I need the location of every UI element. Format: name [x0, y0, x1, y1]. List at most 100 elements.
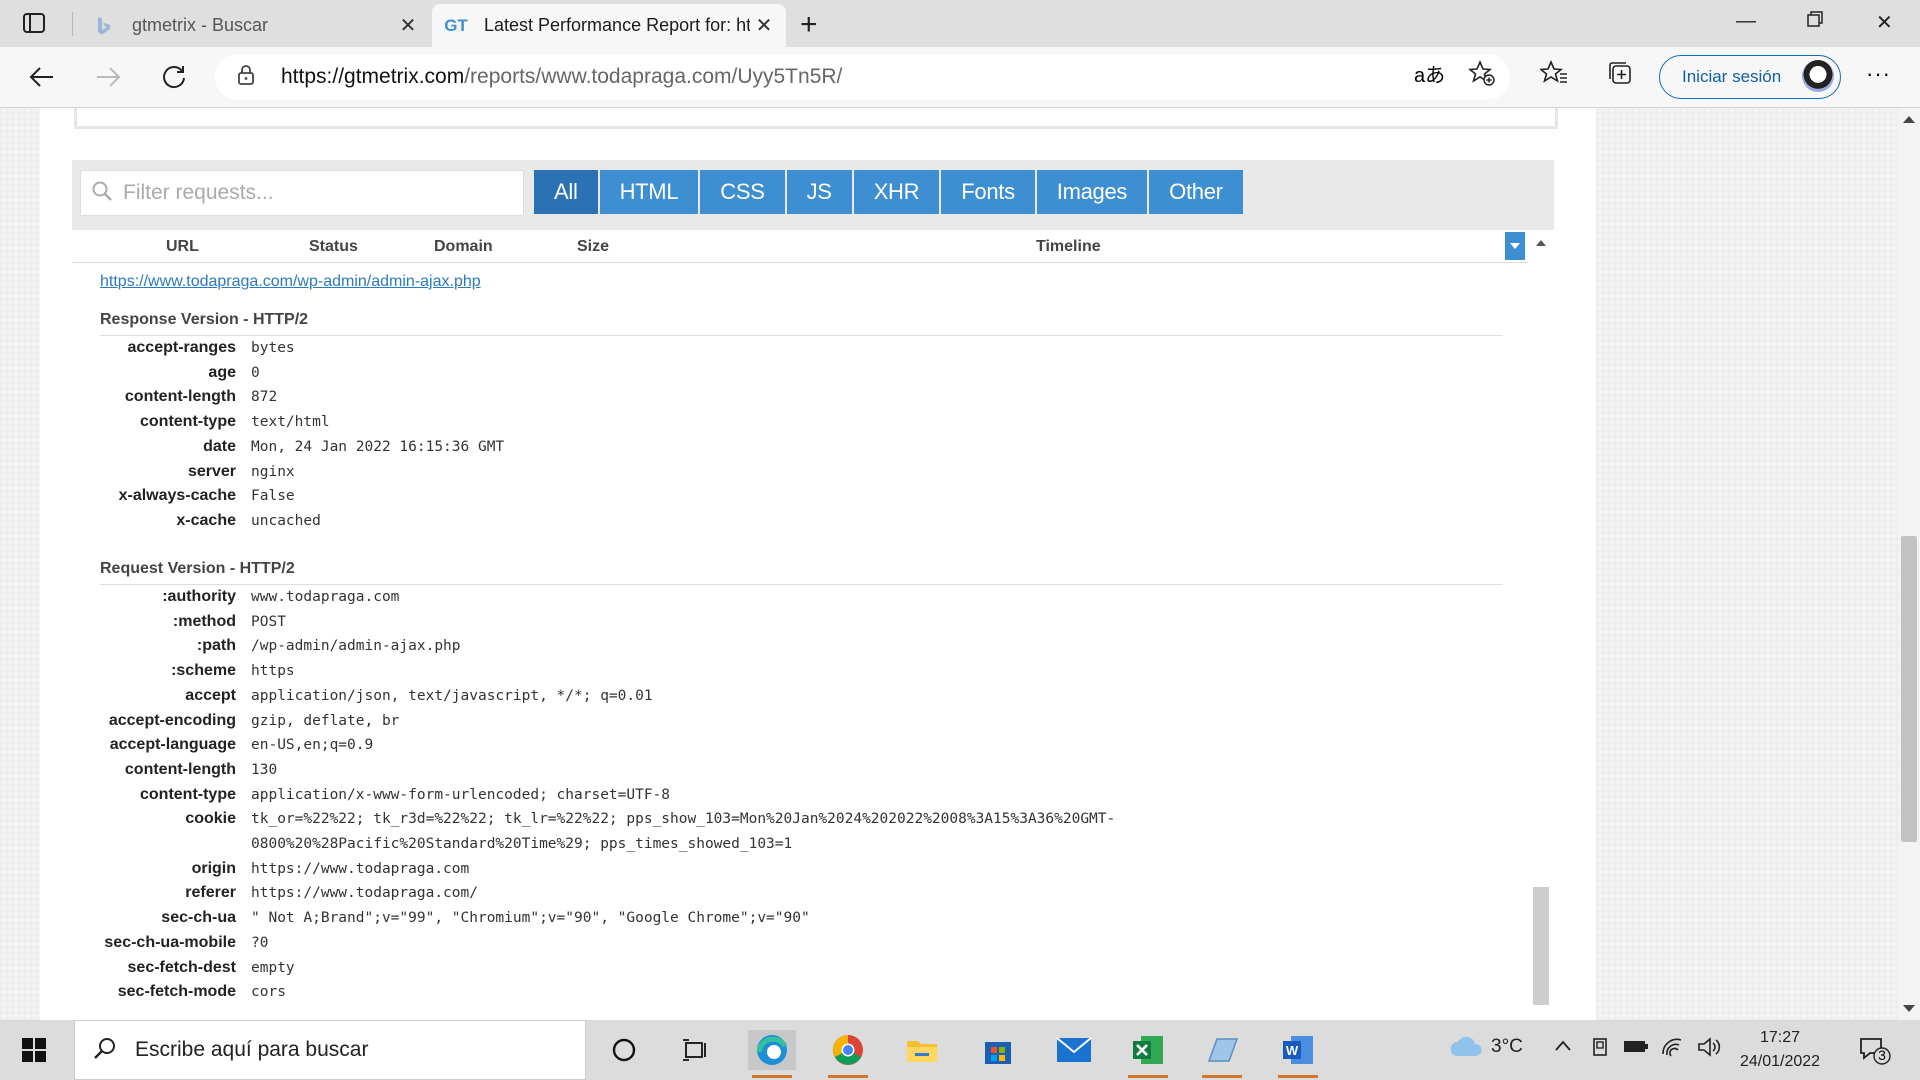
favorites-icon[interactable] [1538, 59, 1568, 92]
chrome-icon[interactable] [824, 1030, 872, 1078]
header-name: x-always-cache [118, 487, 236, 505]
lock-icon[interactable] [237, 64, 261, 91]
notification-count: 3 [1878, 1047, 1886, 1063]
windows-start-icon[interactable] [22, 1038, 46, 1062]
header-name: server [187, 462, 236, 480]
chevron-up-icon[interactable] [1554, 1036, 1572, 1061]
filter-tab-images[interactable]: Images [1036, 170, 1148, 214]
header-name: content-type [140, 413, 236, 431]
header-name: origin [191, 859, 236, 877]
scroll-up-icon[interactable] [1536, 240, 1546, 246]
header-name: sec-ch-ua-mobile [104, 933, 236, 951]
filter-tab-fonts[interactable]: Fonts [941, 170, 1035, 214]
tab-actions-icon[interactable] [22, 11, 46, 35]
header-value: 130 [251, 761, 278, 778]
tab-title: Latest Performance Report for: ht [484, 15, 750, 35]
filter-requests[interactable] [80, 170, 524, 216]
header-name: accept-ranges [127, 339, 237, 356]
scroll-down-icon[interactable] [1903, 1005, 1915, 1012]
signin-button[interactable]: Iniciar sesión [1659, 55, 1841, 99]
request-detail: https://www.todapraga.com/wp-admin/admin… [72, 263, 1528, 1020]
scroll-thumb[interactable] [1533, 887, 1549, 1005]
scroll-thumb[interactable] [1901, 536, 1917, 842]
file-explorer-icon[interactable] [898, 1030, 946, 1070]
filter-input[interactable] [121, 180, 505, 206]
close-tab-icon[interactable]: ✕ [394, 13, 422, 38]
filter-tab-js[interactable]: JS [786, 170, 852, 214]
url-text: https://gtmetrix.com/reports/www.todapra… [281, 65, 843, 88]
header-value: application/json, text/javascript, */*; … [251, 687, 653, 704]
taskbar-search-text: Escribe aquí para buscar [135, 1038, 369, 1061]
battery-icon[interactable] [1622, 1036, 1650, 1061]
filter-tabs: All HTML CSS JS XHR Fonts Images Other [534, 170, 1245, 214]
column-size[interactable]: Size [577, 238, 609, 256]
cortana-icon[interactable] [600, 1030, 648, 1070]
header-name: cookie [185, 810, 236, 828]
clock[interactable]: 17:27 24/01/2022 [1734, 1026, 1826, 1074]
tab-bing-search[interactable]: gtmetrix - Buscar ✕ [80, 4, 430, 47]
url-field[interactable]: https://gtmetrix.com/reports/www.todapra… [215, 54, 1510, 100]
header-value: gzip, deflate, br [251, 712, 400, 729]
column-domain[interactable]: Domain [434, 238, 493, 256]
add-favorite-icon[interactable] [1467, 59, 1496, 92]
header-value: Mon, 24 Jan 2022 16:15:36 GMT [251, 438, 505, 455]
column-status[interactable]: Status [309, 238, 358, 256]
tab-gtmetrix-report[interactable]: GT Latest Performance Report for: ht ✕ [432, 4, 786, 47]
filter-tab-all[interactable]: All [534, 170, 598, 214]
task-view-icon[interactable] [672, 1030, 720, 1070]
filter-tab-css[interactable]: CSS [700, 170, 785, 214]
filter-tab-other[interactable]: Other [1149, 170, 1243, 214]
excel-icon[interactable] [1124, 1030, 1172, 1078]
header-value: https [251, 663, 295, 680]
page-scrollbar[interactable] [1898, 108, 1920, 1020]
word-icon[interactable]: W [1274, 1030, 1322, 1078]
inner-scrollbar[interactable] [1528, 230, 1554, 1020]
header-value: bytes [251, 340, 295, 356]
request-url-link[interactable]: https://www.todapraga.com/wp-admin/admin… [100, 273, 481, 291]
column-url[interactable]: URL [166, 238, 199, 256]
header-name: age [208, 363, 236, 381]
header-value: ?0 [251, 934, 269, 951]
edge-icon[interactable] [748, 1030, 796, 1078]
header-value: 0 [251, 364, 260, 381]
svg-text:W: W [1286, 1043, 1299, 1058]
response-section-title: Response Version - HTTP/2 [100, 311, 309, 328]
reload-icon[interactable] [158, 61, 190, 93]
mail-icon[interactable] [1050, 1030, 1098, 1070]
minimize-icon[interactable]: — [1736, 10, 1756, 33]
restore-icon[interactable] [1806, 10, 1824, 34]
header-name: :authority [162, 588, 236, 605]
device-icon[interactable] [1590, 1036, 1610, 1063]
header-name: x-cache [176, 511, 236, 529]
timeline-dropdown-icon[interactable] [1505, 232, 1525, 260]
header-value: nginx [251, 463, 295, 480]
header-name: sec-fetch-mode [117, 983, 236, 1001]
close-tab-icon[interactable]: ✕ [750, 13, 778, 38]
filter-tab-html[interactable]: HTML [599, 170, 699, 214]
column-timeline[interactable]: Timeline [1036, 238, 1101, 256]
avatar [1802, 60, 1834, 92]
notes-app-icon[interactable] [1198, 1030, 1246, 1078]
taskbar-search[interactable]: Escribe aquí para buscar [74, 1020, 586, 1080]
close-window-icon[interactable]: ✕ [1876, 10, 1893, 35]
weather-icon[interactable] [1448, 1034, 1484, 1065]
filter-tab-xhr[interactable]: XHR [853, 170, 940, 214]
read-aloud-icon[interactable]: aあ [1414, 59, 1445, 88]
microsoft-store-icon[interactable] [974, 1030, 1022, 1070]
new-tab-icon[interactable]: + [800, 8, 818, 42]
wifi-icon[interactable] [1660, 1036, 1684, 1063]
header-value: uncached [251, 512, 321, 529]
header-name: accept-encoding [108, 711, 236, 729]
more-options-icon[interactable]: ··· [1866, 61, 1891, 87]
volume-icon[interactable] [1696, 1036, 1722, 1063]
header-name: content-type [140, 785, 236, 803]
collections-icon[interactable] [1606, 59, 1634, 92]
forward-icon[interactable] [92, 61, 124, 93]
scroll-up-icon[interactable] [1903, 116, 1915, 123]
notifications-icon[interactable]: 3 [1858, 1036, 1892, 1071]
header-name: accept [185, 686, 236, 704]
back-icon[interactable] [26, 61, 58, 93]
temperature[interactable]: 3°C [1491, 1036, 1523, 1058]
header-name: content-length [124, 388, 236, 406]
waterfall-panel: All HTML CSS JS XHR Fonts Images Other U… [72, 160, 1554, 1020]
